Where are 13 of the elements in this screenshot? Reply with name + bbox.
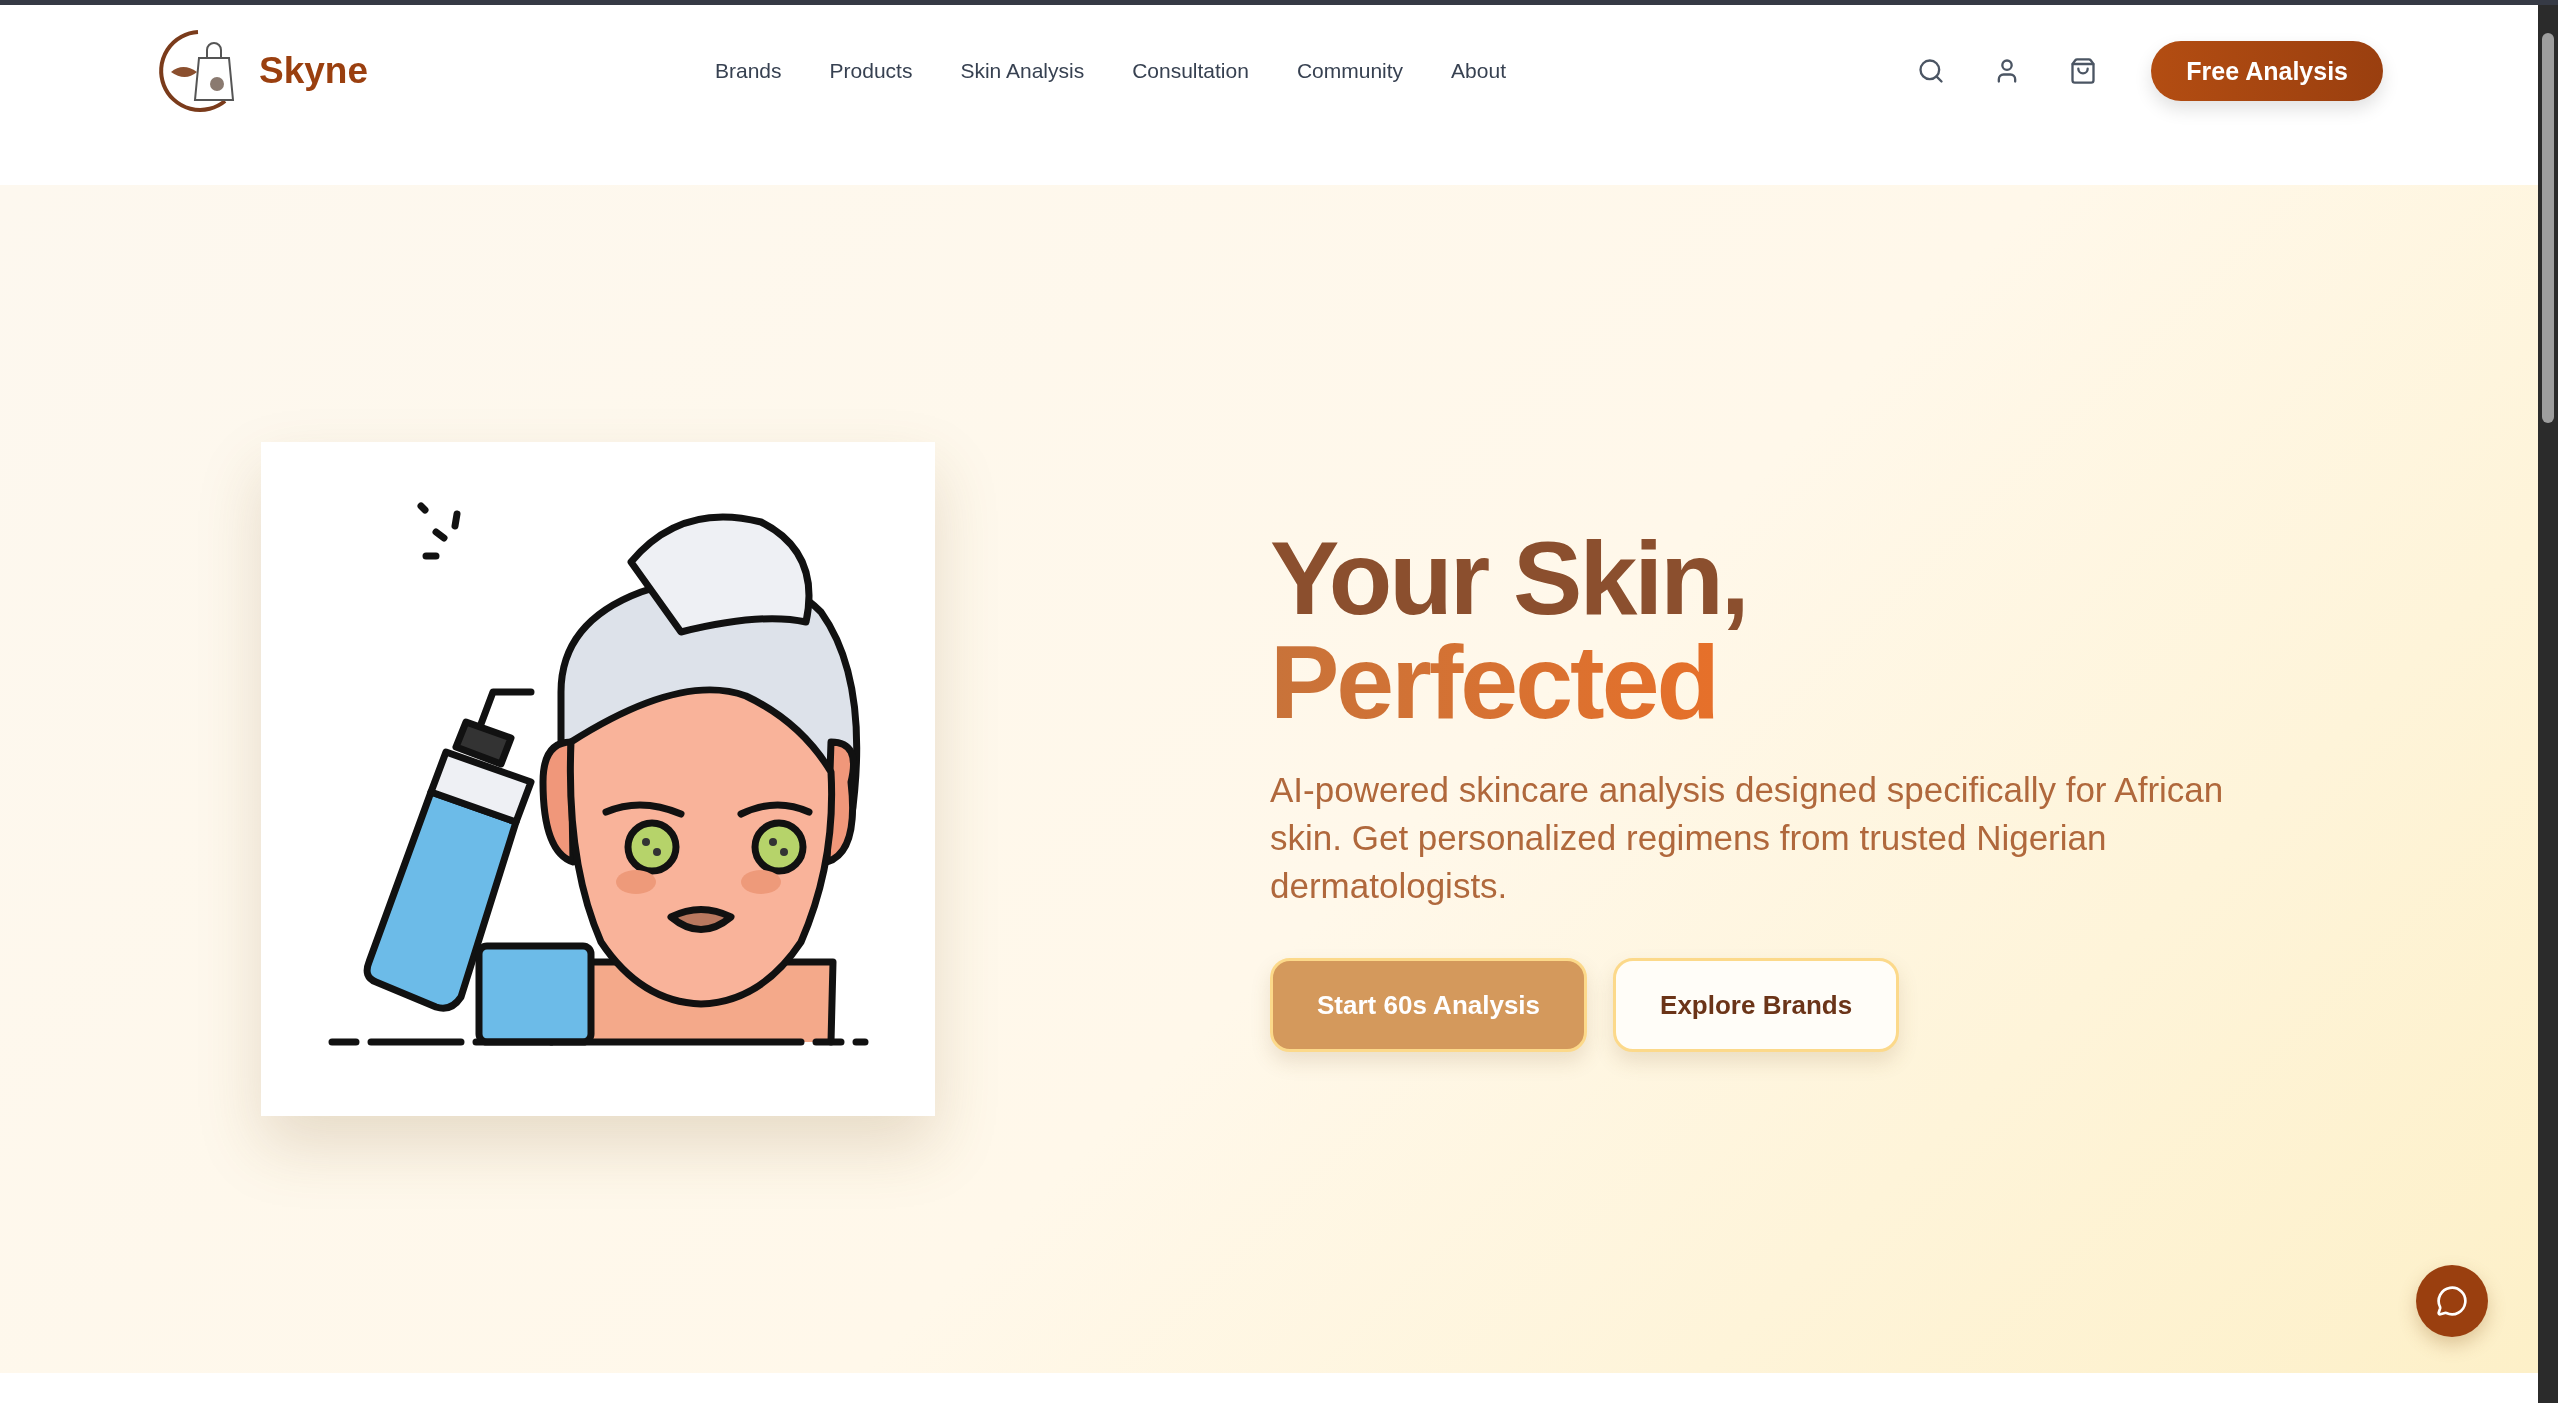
hero-description: AI-powered skincare analysis designed specifically for African skin. Get personalized regimens from trusted Nigerian dermatologists. — [1270, 769, 2225, 907]
explore-brands-button[interactable]: Explore Brands — [1613, 958, 1900, 1052]
scrollbar[interactable] — [2538, 5, 2558, 1403]
nav-link[interactable]: Products — [829, 59, 913, 83]
nav-link[interactable]: Brands — [715, 59, 782, 83]
brand-name[interactable]: Skyne — [259, 50, 368, 92]
nav-link[interactable]: Community — [1296, 59, 1404, 83]
free-analysis-button[interactable]: Free Analysis — [2151, 41, 2383, 101]
nav-link[interactable]: Skin Analysis — [960, 59, 1085, 83]
nav-link[interactable]: Consultation — [1132, 59, 1249, 83]
hero-title: Your Skin, — [1270, 526, 1747, 630]
speech-bubble-icon — [2436, 1285, 2468, 1317]
nav-link[interactable]: About — [1451, 59, 1506, 83]
